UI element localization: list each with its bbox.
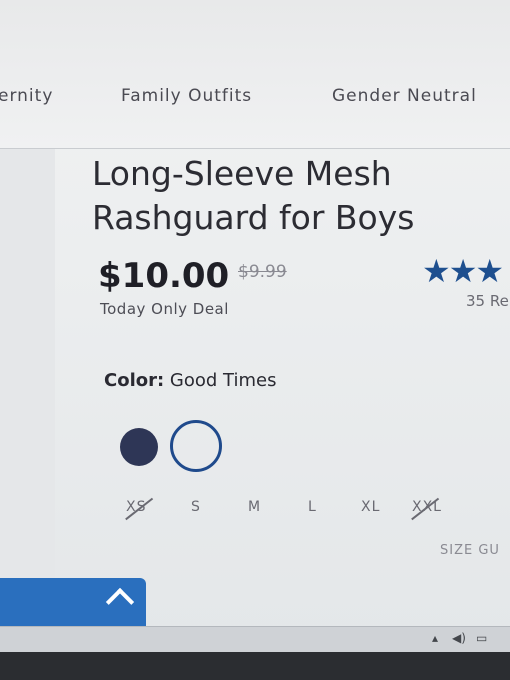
image-gallery-edge <box>0 149 55 579</box>
original-price: $9.99 <box>238 262 287 282</box>
color-swatch-navy[interactable] <box>120 428 158 466</box>
size-xl[interactable]: XL <box>361 499 380 515</box>
size-s[interactable]: S <box>191 499 201 515</box>
os-taskbar: ▴ ◀) ▭ <box>0 626 510 653</box>
product-title-line-2: Rashguard for Boys <box>92 198 415 237</box>
browser-viewport: ernity Family Outfits Gender Neutral Lon… <box>0 0 510 640</box>
chevron-up-icon[interactable]: ▴ <box>432 631 438 645</box>
color-value: Good Times <box>169 370 277 391</box>
color-swatch-good-times-selected[interactable] <box>170 420 222 472</box>
nav-item-family-outfits[interactable]: Family Outfits <box>121 86 252 106</box>
color-selection: Color: Good Times <box>104 370 276 391</box>
size-xs-unavailable[interactable]: XS <box>126 499 146 515</box>
speaker-icon[interactable]: ◀) <box>452 631 466 645</box>
color-label: Color: <box>104 370 165 391</box>
sale-price: $10.00 <box>98 256 230 296</box>
size-guide-link[interactable]: SIZE GU <box>440 543 500 558</box>
network-icon[interactable]: ▭ <box>476 631 487 645</box>
deal-label: Today Only Deal <box>100 300 229 318</box>
back-to-top-button[interactable] <box>0 578 146 630</box>
review-count-link[interactable]: 35 Re <box>466 292 509 310</box>
rating-stars[interactable]: ★★★ <box>422 252 504 290</box>
chevron-up-icon <box>105 587 135 617</box>
product-title-line-1: Long-Sleeve Mesh <box>92 154 392 193</box>
size-l[interactable]: L <box>308 499 317 515</box>
nav-item-maternity[interactable]: ernity <box>0 86 53 106</box>
size-m[interactable]: M <box>248 499 261 515</box>
product-title: Long-Sleeve Mesh Rashguard for Boys <box>92 152 414 240</box>
monitor-bezel <box>0 652 510 680</box>
nav-item-gender-neutral[interactable]: Gender Neutral <box>332 86 477 106</box>
size-xxl-unavailable[interactable]: XXL <box>412 499 442 515</box>
category-nav: ernity Family Outfits Gender Neutral <box>0 0 510 149</box>
